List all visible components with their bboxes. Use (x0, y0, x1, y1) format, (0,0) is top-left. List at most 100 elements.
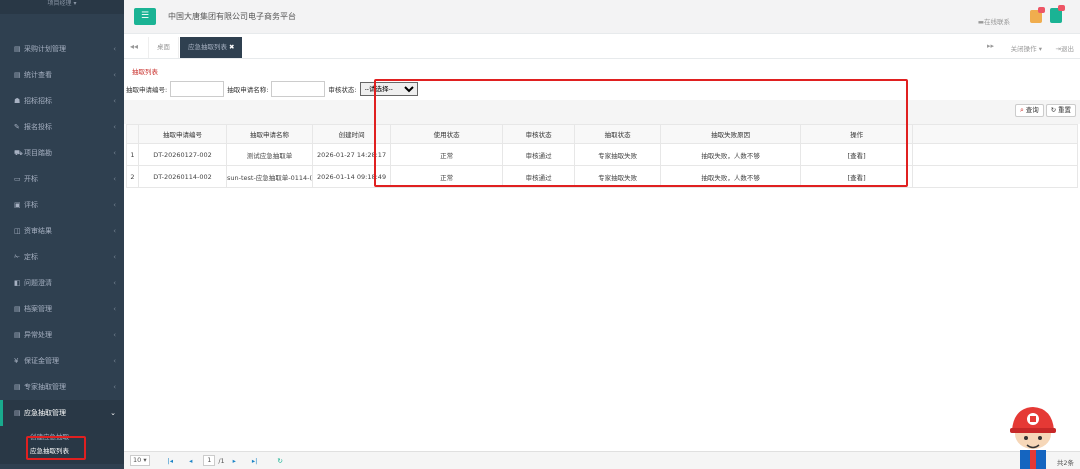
chevron-left-icon: ‹ (113, 123, 116, 131)
chevron-left-icon: ‹ (113, 45, 116, 53)
sidebar-item-label: 定标 (24, 253, 38, 261)
car-icon: ⛟ (14, 148, 23, 157)
col-apply-name[interactable]: 抽取申请名称 (225, 124, 314, 144)
sidebar-item-clarification[interactable]: ◧ 问题澄清 ‹ (0, 270, 124, 296)
image-icon: ▣ (14, 201, 21, 209)
close-icon[interactable]: ✖ (229, 43, 234, 51)
chevron-left-icon: ‹ (113, 201, 116, 209)
sidebar-item-label: 统计查看 (24, 71, 52, 79)
sidebar-item-label: 应急抽取管理 (24, 409, 66, 417)
chevron-down-icon: ⌄ (110, 409, 116, 417)
first-page-button[interactable]: |◂ (168, 457, 173, 465)
page-size-select[interactable]: 10 ▾ (130, 455, 150, 466)
sidebar-item-tendering[interactable]: ☗ 招标招标 ‹ (0, 88, 124, 114)
wrench-icon: ✁ (14, 253, 20, 261)
page-number-input[interactable]: 1 (203, 455, 216, 466)
sidebar-item-label: 专家抽取管理 (24, 383, 66, 391)
cell-apply-name: sun-test-应急抽取单-0114-( (225, 165, 314, 188)
chevron-left-icon: ‹ (113, 71, 116, 79)
apply-no-input[interactable] (170, 81, 225, 97)
submenu-highlight-annotation (26, 436, 86, 460)
tab-label: 应急抽取列表 (188, 43, 227, 51)
notification-icon[interactable] (1030, 7, 1045, 23)
mascot-icon[interactable] (1000, 400, 1066, 469)
top-header: ☰ 中国大唐集团有限公司电子商务平台 ▬在线联系 (124, 0, 1080, 34)
menu-toggle-button[interactable]: ☰ (134, 8, 156, 25)
cell-index: 1 (126, 143, 139, 166)
chevron-left-icon: ‹ (113, 357, 116, 365)
sidebar-item-label: 开标 (24, 175, 38, 183)
archive-icon: ▤ (14, 305, 21, 313)
sidebar-menu: ▤ 采购计划管理 ‹ ▤ 统计查看 ‹ ☗ 招标招标 ‹ ✎ 报名投标 ‹ ⛟ 项目踏勘 ‹ ▭ 开标… (0, 14, 124, 426)
sidebar-brand[interactable]: 项目经理 ▾ (0, 0, 124, 14)
chevron-left-icon: ‹ (113, 175, 116, 183)
notification-badge (1038, 7, 1045, 13)
sidebar-item-procurement-plan[interactable]: ▤ 采购计划管理 ‹ (0, 36, 124, 62)
highlight-annotation-box (374, 79, 908, 187)
chevron-left-icon: ‹ (113, 305, 116, 313)
search-icon: ⌕ (1020, 107, 1024, 114)
pagination-bar: 10 ▾ |◂ ◂ 1 /1 ▸ ▸| ↻ 共2条 (124, 451, 1080, 469)
refresh-icon: ↻ (1050, 107, 1057, 114)
prev-page-button[interactable]: ◂ (189, 457, 192, 465)
apply-name-input[interactable] (271, 81, 326, 97)
col-apply-no[interactable]: 抽取申请编号 (138, 124, 227, 144)
question-icon: ◧ (14, 279, 21, 287)
chevron-left-icon: ‹ (113, 279, 116, 287)
sidebar-item-site-survey[interactable]: ⛟ 项目踏勘 ‹ (0, 140, 124, 166)
reset-button[interactable]: ↻ 重置 (1045, 104, 1076, 117)
sidebar: 项目经理 ▾ ▤ 采购计划管理 ‹ ▤ 统计查看 ‹ ☗ 招标招标 ‹ ✎ 报名投标 ‹ ⛟ 项目… (0, 0, 124, 469)
sidebar-item-statistics[interactable]: ▤ 统计查看 ‹ (0, 62, 124, 88)
sidebar-item-qualification-result[interactable]: ◫ 资审结果 ‹ (0, 218, 124, 244)
chevron-left-icon: ‹ (113, 149, 116, 157)
tab-bar: ◂◂ 桌面 应急抽取列表 ✖ ▸▸ 关闭操作 ▾ ⇥退出 (124, 37, 1080, 59)
sidebar-item-label: 保证金管理 (24, 357, 59, 365)
search-button[interactable]: ⌕ 查询 (1015, 104, 1044, 117)
monitor-icon: ▭ (14, 175, 21, 183)
status-label: 审核状态: (328, 86, 357, 94)
sidebar-item-exception[interactable]: ▤ 异常处理 ‹ (0, 322, 124, 348)
apply-name-label: 抽取申请名称: (227, 86, 269, 94)
tab-emergency-list[interactable]: 应急抽取列表 ✖ (180, 37, 243, 58)
edit-icon: ✎ (14, 123, 20, 131)
expert-icon: ▤ (14, 383, 21, 391)
search-label: 查询 (1025, 107, 1039, 114)
message-badge (1058, 5, 1065, 11)
file-icon: ▤ (14, 45, 21, 53)
refresh-icon[interactable]: ↻ (277, 457, 282, 465)
toolbar-buttons: ⌕ 查询 ↻ 重置 (1015, 104, 1076, 117)
cell-filler (912, 165, 1078, 188)
sidebar-item-bid-opening[interactable]: ▭ 开标 ‹ (0, 166, 124, 192)
sidebar-item-label: 异常处理 (24, 331, 52, 339)
last-page-button[interactable]: ▸| (252, 457, 257, 465)
sidebar-item-label: 项目踏勘 (24, 149, 52, 157)
tab-scroll-left-icon[interactable]: ◂◂ (130, 42, 138, 51)
chevron-left-icon: ‹ (113, 227, 116, 235)
panel-title: 抽取列表 (132, 68, 158, 76)
sidebar-item-archive[interactable]: ▤ 档案管理 ‹ (0, 296, 124, 322)
sidebar-item-label: 报名投标 (24, 123, 52, 131)
users-icon: ☗ (14, 97, 21, 105)
tab-home[interactable]: 桌面 (148, 37, 179, 58)
next-page-button[interactable]: ▸ (233, 457, 236, 465)
yen-icon: ¥ (14, 357, 19, 365)
online-contact-link[interactable]: ▬在线联系 (978, 16, 1010, 26)
stats-icon: ▤ (14, 71, 21, 79)
close-operations-dropdown[interactable]: 关闭操作 ▾ (1011, 43, 1042, 53)
message-icon[interactable] (1050, 5, 1065, 23)
reset-label: 重置 (1058, 107, 1071, 114)
sidebar-item-deposit[interactable]: ¥ 保证金管理 ‹ (0, 348, 124, 374)
sidebar-item-award[interactable]: ✁ 定标 ‹ (0, 244, 124, 270)
cell-apply-name: 测试应急抽取单 (225, 143, 314, 166)
sidebar-item-bid-registration[interactable]: ✎ 报名投标 ‹ (0, 114, 124, 140)
logout-button[interactable]: ⇥退出 (1056, 43, 1074, 53)
cell-apply-no: DT-20260114-002 (138, 165, 227, 188)
sidebar-item-emergency-extraction[interactable]: ▤ 应急抽取管理 ⌄ (0, 400, 124, 426)
col-index (126, 124, 139, 144)
sidebar-item-label: 资审结果 (24, 227, 52, 235)
sidebar-item-bid-evaluation[interactable]: ▣ 评标 ‹ (0, 192, 124, 218)
sidebar-item-label: 采购计划管理 (24, 45, 66, 53)
sidebar-item-expert-extraction[interactable]: ▤ 专家抽取管理 ‹ (0, 374, 124, 400)
tab-scroll-right-icon[interactable]: ▸▸ (987, 42, 994, 50)
apply-no-label: 抽取申请编号: (126, 86, 168, 94)
